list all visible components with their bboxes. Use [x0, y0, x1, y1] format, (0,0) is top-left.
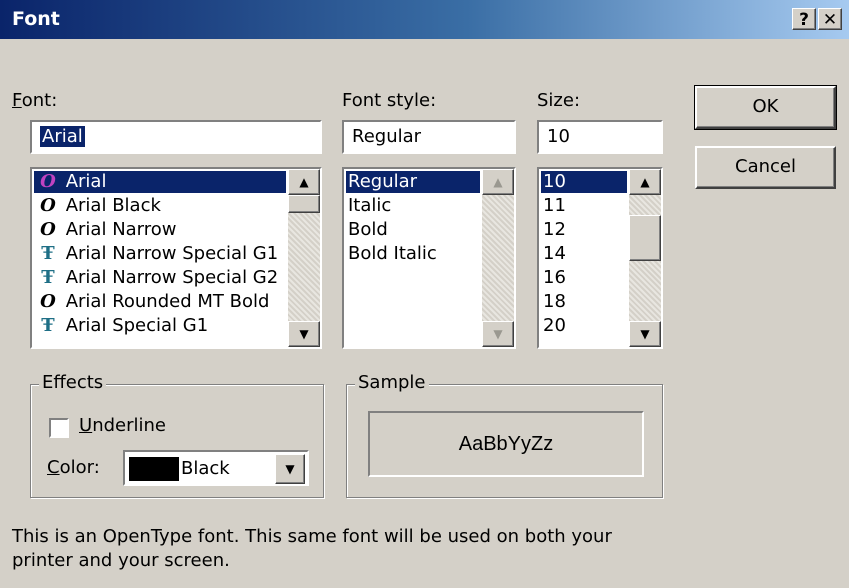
font-list-item-label: Arial	[60, 171, 107, 192]
size-scroll-up-button[interactable]: ▲	[629, 169, 661, 195]
font-list-item-label: Arial Narrow Special G1	[60, 243, 279, 264]
font-style-list-item[interactable]: Bold	[346, 219, 480, 241]
opentype-icon: O	[40, 219, 56, 240]
size-input[interactable]: 10	[537, 120, 663, 154]
underline-label[interactable]: Underline	[79, 415, 166, 436]
sample-group: Sample AaBbYyZz	[346, 372, 663, 498]
effects-group: Effects Underline Color: Black ▼	[30, 372, 324, 498]
style-scroll-up-button[interactable]: ▲	[482, 169, 514, 195]
color-swatch	[129, 457, 179, 481]
font-list-item[interactable]: O Arial Black	[34, 195, 286, 217]
color-label: Color:	[47, 457, 100, 478]
sample-preview: AaBbYyZz	[368, 411, 644, 477]
close-button[interactable]: ✕	[818, 8, 842, 30]
font-list-item[interactable]: Ŧ Arial Narrow Special G1	[34, 243, 286, 265]
font-input[interactable]: Arial	[30, 120, 322, 154]
effects-legend: Effects	[39, 372, 107, 393]
font-list-item-label: Arial Special G1	[60, 315, 209, 336]
sample-legend: Sample	[355, 372, 429, 393]
font-scroll-thumb[interactable]	[288, 195, 320, 213]
size-list-item[interactable]: 10	[541, 171, 627, 193]
opentype-icon: O	[40, 171, 56, 192]
size-scroll-thumb[interactable]	[629, 215, 661, 261]
font-scroll-down-button[interactable]: ▼	[288, 321, 320, 347]
size-list-item[interactable]: 11	[541, 195, 627, 217]
truetype-icon: Ŧ	[41, 315, 55, 336]
style-list-scrollbar[interactable]: ▲ ▼	[482, 169, 514, 347]
font-style-input[interactable]: Regular	[342, 120, 516, 154]
font-list-item[interactable]: Ŧ Arial Narrow Special G2	[34, 267, 286, 289]
title-bar: Font ? ✕	[0, 0, 849, 39]
chevron-down-icon[interactable]: ▼	[275, 454, 305, 484]
font-style-list-item[interactable]: Regular	[346, 171, 480, 193]
size-list-item[interactable]: 12	[541, 219, 627, 241]
size-list-scrollbar[interactable]: ▲ ▼	[629, 169, 661, 347]
underline-checkbox[interactable]	[49, 418, 69, 438]
size-list[interactable]: 20 18 16 14 12 11 10 ▲ ▼	[537, 167, 663, 349]
font-list-item[interactable]: Ŧ Arial Special G1	[34, 315, 286, 337]
help-button[interactable]: ?	[792, 8, 816, 30]
font-list-item[interactable]: O Arial	[34, 171, 286, 193]
font-style-list[interactable]: Bold Italic Bold Italic Regular ▲ ▼	[342, 167, 516, 349]
truetype-icon: Ŧ	[41, 267, 55, 288]
color-value: Black	[181, 458, 230, 479]
font-input-value: Arial	[40, 126, 85, 147]
font-list-item[interactable]: O Arial Narrow	[34, 219, 286, 241]
font-label: Font:	[12, 90, 58, 111]
font-list-item-label: Arial Narrow	[60, 219, 177, 240]
font-style-label: Font style:	[342, 90, 437, 111]
size-list-item[interactable]: 16	[541, 267, 627, 289]
font-list-item-label: Arial Black	[60, 195, 161, 216]
size-scroll-down-button[interactable]: ▼	[629, 321, 661, 347]
size-label: Size:	[537, 90, 581, 111]
style-scroll-down-button[interactable]: ▼	[482, 321, 514, 347]
ok-button[interactable]: OK	[694, 85, 837, 130]
font-list[interactable]: Ŧ Arial Special G1 O Arial Rounded MT Bol…	[30, 167, 322, 349]
font-scroll-up-button[interactable]: ▲	[288, 169, 320, 195]
opentype-icon: O	[40, 195, 56, 216]
font-list-item-label: Arial Narrow Special G2	[60, 267, 279, 288]
color-select[interactable]: Black ▼	[123, 450, 309, 486]
window-title: Font	[12, 8, 60, 30]
font-description: This is an OpenType font. This same font…	[12, 526, 612, 571]
size-list-item[interactable]: 20	[541, 315, 627, 337]
font-list-scrollbar[interactable]: ▲ ▼	[288, 169, 320, 347]
size-list-item[interactable]: 18	[541, 291, 627, 313]
font-style-list-item[interactable]: Bold Italic	[346, 243, 480, 265]
truetype-icon: Ŧ	[41, 243, 55, 264]
font-list-item[interactable]: O Arial Rounded MT Bold	[34, 291, 286, 313]
font-style-list-item[interactable]: Italic	[346, 195, 480, 217]
cancel-button[interactable]: Cancel	[695, 146, 836, 189]
font-list-item-label: Arial Rounded MT Bold	[60, 291, 270, 312]
opentype-icon: O	[40, 291, 56, 312]
size-list-item[interactable]: 14	[541, 243, 627, 265]
